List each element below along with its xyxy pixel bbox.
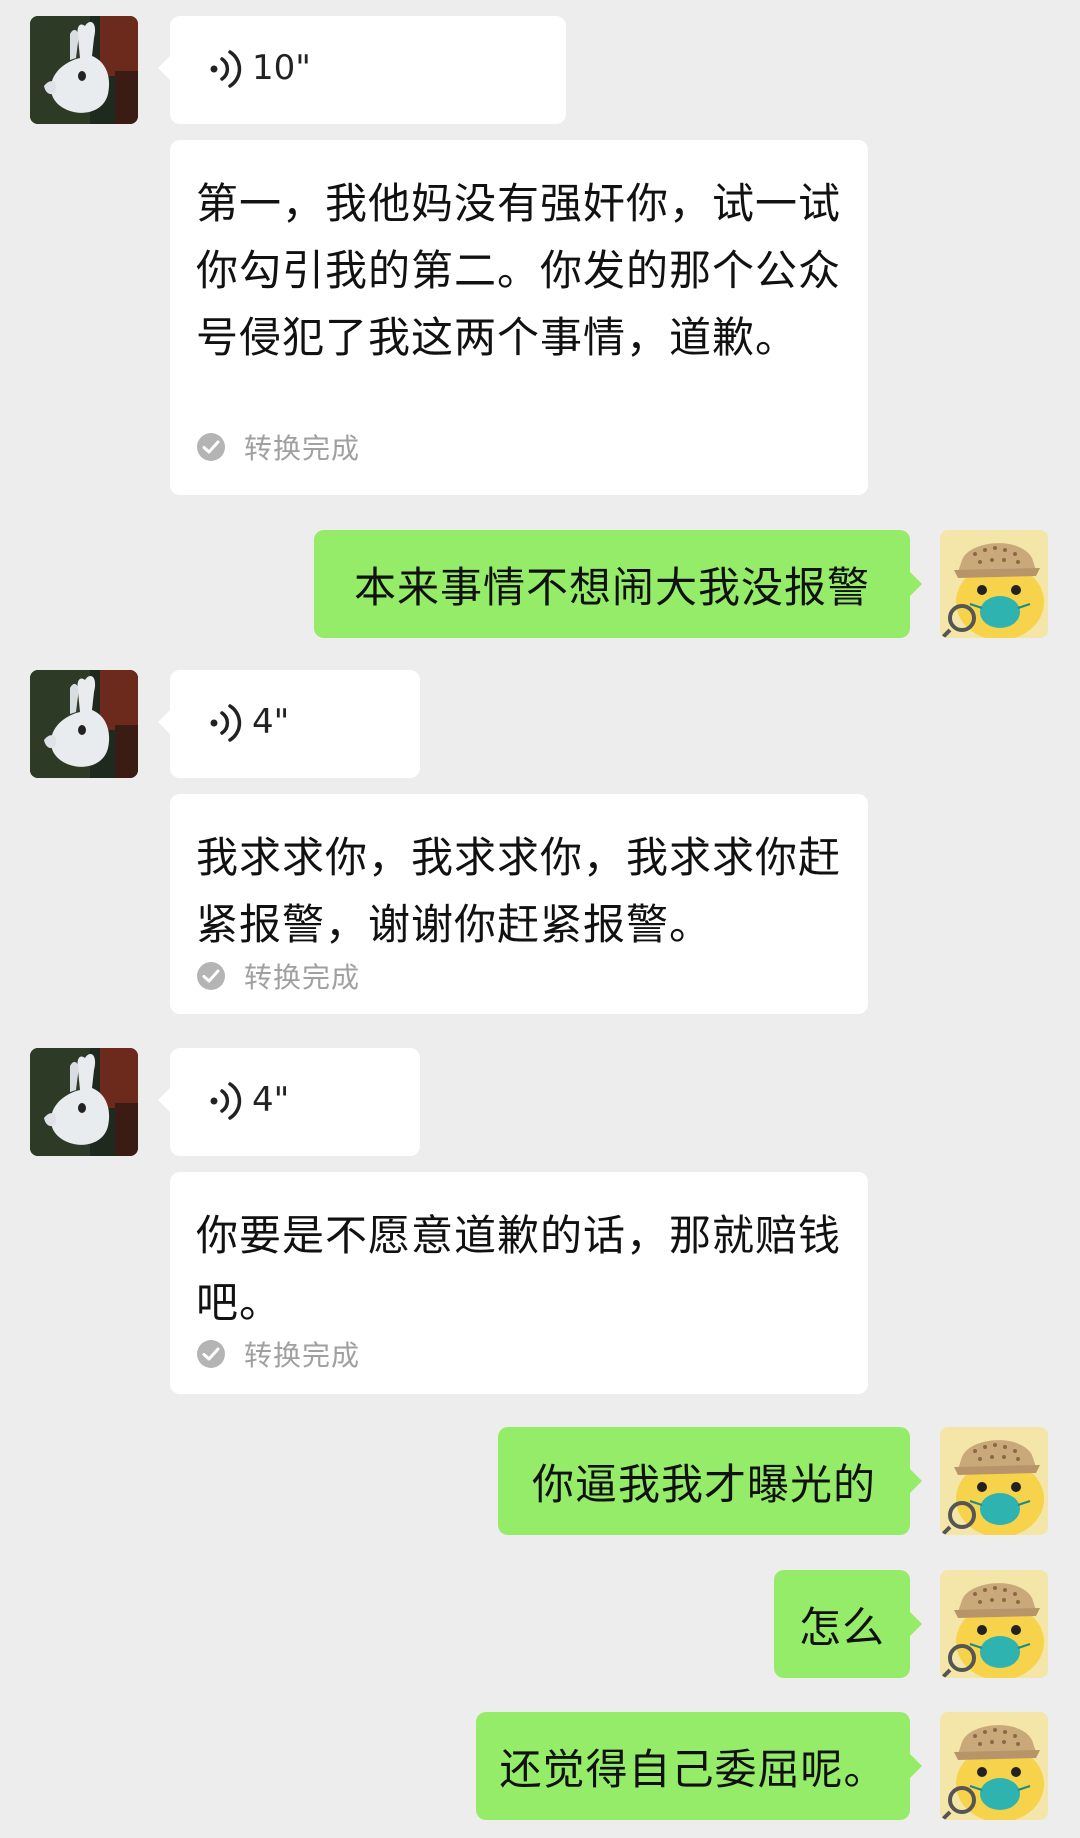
contact-avatar[interactable] bbox=[30, 16, 138, 124]
convert-status: 转换完成 bbox=[196, 1334, 360, 1374]
self-avatar[interactable] bbox=[940, 1712, 1048, 1820]
check-circle-icon bbox=[197, 433, 225, 461]
sent-message-bubble[interactable]: 你逼我我才曝光的 bbox=[498, 1427, 922, 1535]
voice-duration: 10" bbox=[252, 48, 311, 88]
pikachu-detective-avatar-image bbox=[940, 1427, 1048, 1535]
rabbit-avatar-image bbox=[30, 1048, 138, 1156]
sent-message-bubble[interactable]: 怎么 bbox=[774, 1570, 922, 1678]
pikachu-detective-avatar-image bbox=[940, 1570, 1048, 1678]
voice-message-bubble[interactable]: 10" bbox=[158, 16, 566, 124]
convert-status: 转换完成 bbox=[196, 427, 360, 467]
rabbit-avatar-image bbox=[30, 16, 138, 124]
sent-message-text: 怎么 bbox=[798, 1602, 885, 1652]
sent-message-text: 你逼我我才曝光的 bbox=[531, 1459, 876, 1509]
convert-status-label: 转换完成 bbox=[244, 1339, 361, 1372]
sent-message-text: 还觉得自己委屈呢。 bbox=[499, 1744, 887, 1794]
convert-status: 转换完成 bbox=[196, 956, 360, 996]
convert-status-label: 转换完成 bbox=[244, 961, 361, 994]
voice-message-bubble[interactable]: 4" bbox=[158, 1048, 420, 1156]
voice-duration: 4" bbox=[252, 1080, 290, 1120]
transcript-bubble[interactable]: 你要是不愿意道歉的话，那就赔钱吧。 转换完成 bbox=[170, 1172, 868, 1394]
convert-status-label: 转换完成 bbox=[244, 432, 361, 465]
voice-wave-icon bbox=[210, 50, 242, 88]
voice-wave-icon bbox=[210, 704, 242, 742]
voice-wave-icon bbox=[210, 1082, 242, 1120]
self-avatar[interactable] bbox=[940, 1427, 1048, 1535]
pikachu-detective-avatar-image bbox=[940, 1712, 1048, 1820]
sent-message-bubble[interactable]: 还觉得自己委屈呢。 bbox=[476, 1712, 922, 1820]
sent-message-text: 本来事情不想闹大我没报警 bbox=[353, 562, 870, 612]
check-circle-icon bbox=[197, 962, 225, 990]
transcript-bubble[interactable]: 第一，我他妈没有强奸你，试一试你勾引我的第二。你发的那个公众号侵犯了我这两个事情… bbox=[170, 140, 868, 495]
pikachu-detective-avatar-image bbox=[940, 530, 1048, 638]
self-avatar[interactable] bbox=[940, 1570, 1048, 1678]
transcript-text: 你要是不愿意道歉的话，那就赔钱吧。 bbox=[196, 1211, 842, 1327]
voice-duration: 4" bbox=[252, 702, 290, 742]
voice-message-bubble[interactable]: 4" bbox=[158, 670, 420, 778]
transcript-bubble[interactable]: 我求求你，我求求你，我求求你赶紧报警，谢谢你赶紧报警。 转换完成 bbox=[170, 794, 868, 1014]
contact-avatar[interactable] bbox=[30, 1048, 138, 1156]
sent-message-bubble[interactable]: 本来事情不想闹大我没报警 bbox=[314, 530, 922, 638]
check-circle-icon bbox=[197, 1340, 225, 1368]
self-avatar[interactable] bbox=[940, 530, 1048, 638]
transcript-text: 我求求你，我求求你，我求求你赶紧报警，谢谢你赶紧报警。 bbox=[196, 833, 842, 949]
rabbit-avatar-image bbox=[30, 670, 138, 778]
transcript-text: 第一，我他妈没有强奸你，试一试你勾引我的第二。你发的那个公众号侵犯了我这两个事情… bbox=[196, 179, 842, 362]
contact-avatar[interactable] bbox=[30, 670, 138, 778]
